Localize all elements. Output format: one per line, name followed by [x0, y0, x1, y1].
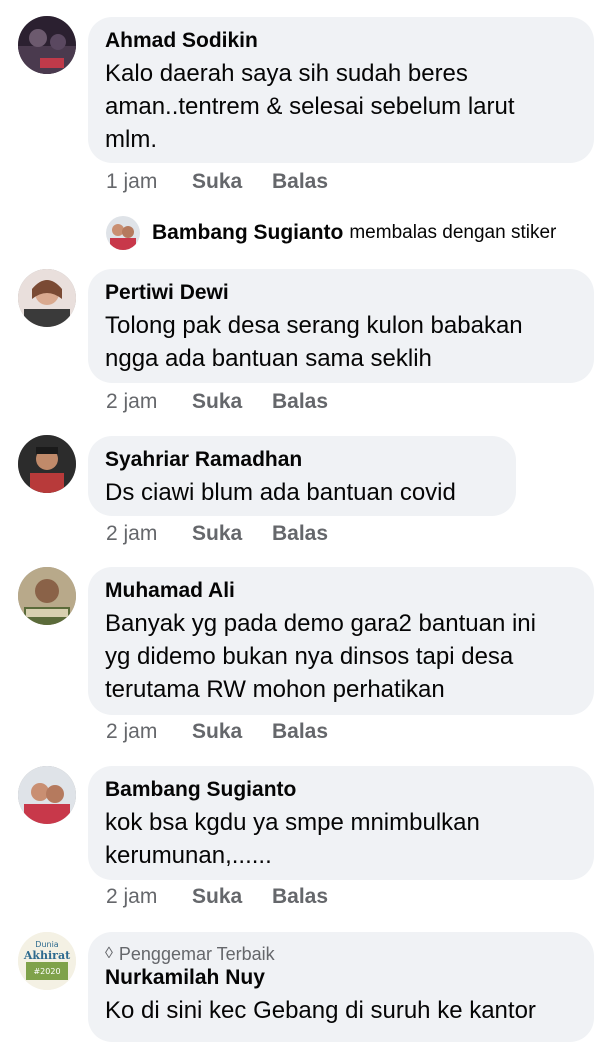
- like-button[interactable]: Suka: [192, 170, 242, 194]
- comment-time[interactable]: 1 jam: [106, 170, 157, 194]
- like-button[interactable]: Suka: [192, 522, 242, 546]
- avatar: [106, 216, 140, 250]
- avatar[interactable]: [18, 269, 76, 327]
- comment-author[interactable]: Nurkamilah Nuy: [105, 965, 577, 991]
- avatar[interactable]: [18, 435, 76, 493]
- comment-text: Kalo daerah saya sih sudah beres aman..t…: [105, 60, 515, 153]
- comment-text: Ds ciawi blum ada bantuan covid: [105, 479, 456, 506]
- comment-bubble: Pertiwi Dewi Tolong pak desa serang kulo…: [88, 269, 594, 383]
- comment-bubble: Syahriar Ramadhan Ds ciawi blum ada bant…: [88, 436, 516, 516]
- reply-button[interactable]: Balas: [272, 522, 328, 546]
- comment-text: Banyak yg pada demo gara2 bantuan ini yg…: [105, 610, 536, 703]
- comment-bubble: Muhamad Ali Banyak yg pada demo gara2 ba…: [88, 567, 594, 715]
- comment-text: Ko di sini kec Gebang di suruh ke kantor: [105, 997, 536, 1024]
- comment-time[interactable]: 2 jam: [106, 390, 157, 414]
- top-fan-badge: ◊ Penggemar Terbaik: [105, 943, 577, 965]
- like-button[interactable]: Suka: [192, 390, 242, 414]
- avatar[interactable]: [18, 567, 76, 625]
- comment-author[interactable]: Syahriar Ramadhan: [105, 447, 499, 473]
- avatar-text: Dunia: [35, 940, 59, 949]
- comment-author[interactable]: Pertiwi Dewi: [105, 280, 577, 306]
- comment-time[interactable]: 2 jam: [106, 522, 157, 546]
- comment-author[interactable]: Muhamad Ali: [105, 578, 577, 604]
- comment-bubble: ◊ Penggemar Terbaik Nurkamilah Nuy Ko di…: [88, 932, 594, 1042]
- avatar-text: #2020: [33, 967, 60, 976]
- avatar-text: Akhirat: [23, 949, 71, 962]
- diamond-icon: ◊: [105, 945, 113, 962]
- comment-bubble: Bambang Sugianto kok bsa kgdu ya smpe mn…: [88, 766, 594, 880]
- reply-button[interactable]: Balas: [272, 170, 328, 194]
- avatar[interactable]: [18, 766, 76, 824]
- comment-time[interactable]: 2 jam: [106, 885, 157, 909]
- comment-time[interactable]: 2 jam: [106, 720, 157, 744]
- reply-button[interactable]: Balas: [272, 720, 328, 744]
- reply-description: membalas dengan stiker: [349, 222, 557, 243]
- comment-text: kok bsa kgdu ya smpe mnimbulkan kerumuna…: [105, 809, 480, 869]
- comment-text: Tolong pak desa serang kulon babakan ngg…: [105, 312, 523, 372]
- avatar[interactable]: Dunia Akhirat #2020: [18, 932, 76, 990]
- like-button[interactable]: Suka: [192, 720, 242, 744]
- reply-button[interactable]: Balas: [272, 885, 328, 909]
- comment-author[interactable]: Bambang Sugianto: [105, 777, 577, 803]
- comment-author[interactable]: Ahmad Sodikin: [105, 28, 577, 54]
- sticker-reply-summary[interactable]: Bambang Sugianto membalas dengan stiker: [106, 214, 556, 252]
- reply-button[interactable]: Balas: [272, 390, 328, 414]
- like-button[interactable]: Suka: [192, 885, 242, 909]
- avatar[interactable]: [18, 16, 76, 74]
- comment-bubble: Ahmad Sodikin Kalo daerah saya sih sudah…: [88, 17, 594, 163]
- reply-author[interactable]: Bambang Sugianto: [152, 221, 343, 245]
- badge-label: Penggemar Terbaik: [118, 944, 275, 964]
